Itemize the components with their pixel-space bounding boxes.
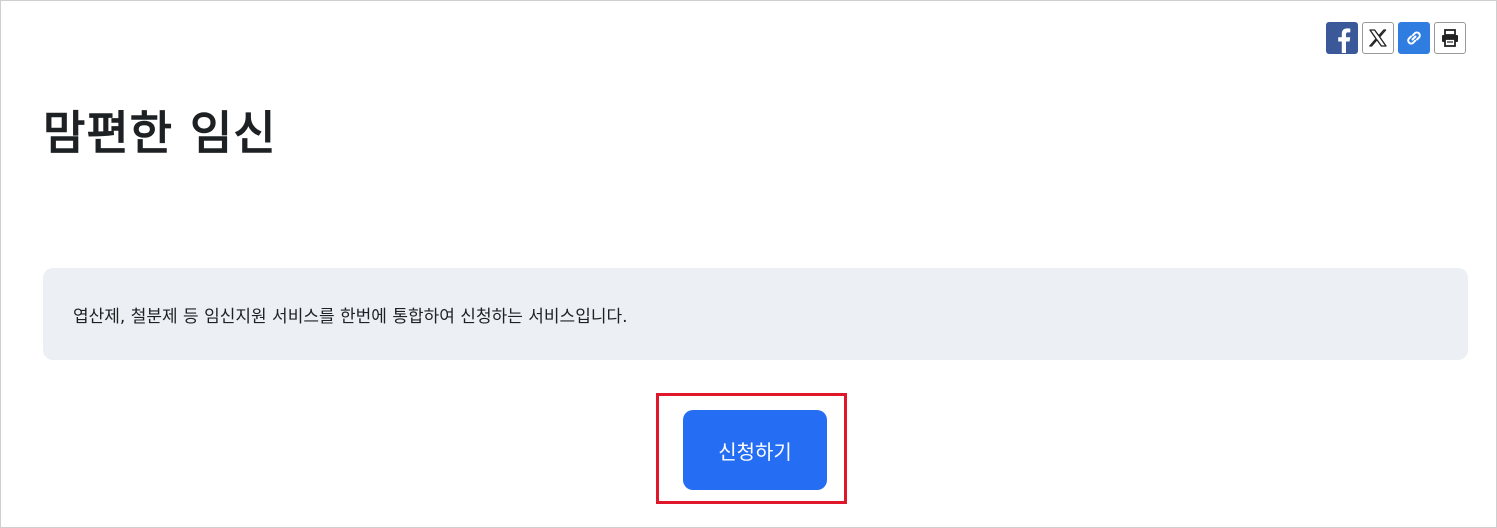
page-container: 맘편한 임신 엽산제, 철분제 등 임신지원 서비스를 한번에 통합하여 신청하… xyxy=(0,0,1497,528)
apply-button[interactable]: 신청하기 xyxy=(683,410,827,490)
facebook-share-button[interactable] xyxy=(1326,22,1358,54)
copy-link-button[interactable] xyxy=(1398,22,1430,54)
share-toolbar xyxy=(1326,22,1466,54)
service-description-box: 엽산제, 철분제 등 임신지원 서비스를 한번에 통합하여 신청하는 서비스입니… xyxy=(43,268,1468,360)
service-description: 엽산제, 철분제 등 임신지원 서비스를 한번에 통합하여 신청하는 서비스입니… xyxy=(73,306,628,327)
x-share-button[interactable] xyxy=(1362,22,1394,54)
facebook-icon xyxy=(1338,28,1351,53)
print-button[interactable] xyxy=(1434,22,1466,54)
printer-icon xyxy=(1442,29,1458,47)
page-title: 맘편한 임신 xyxy=(43,106,277,160)
x-icon xyxy=(1369,29,1387,47)
link-icon xyxy=(1407,31,1421,45)
